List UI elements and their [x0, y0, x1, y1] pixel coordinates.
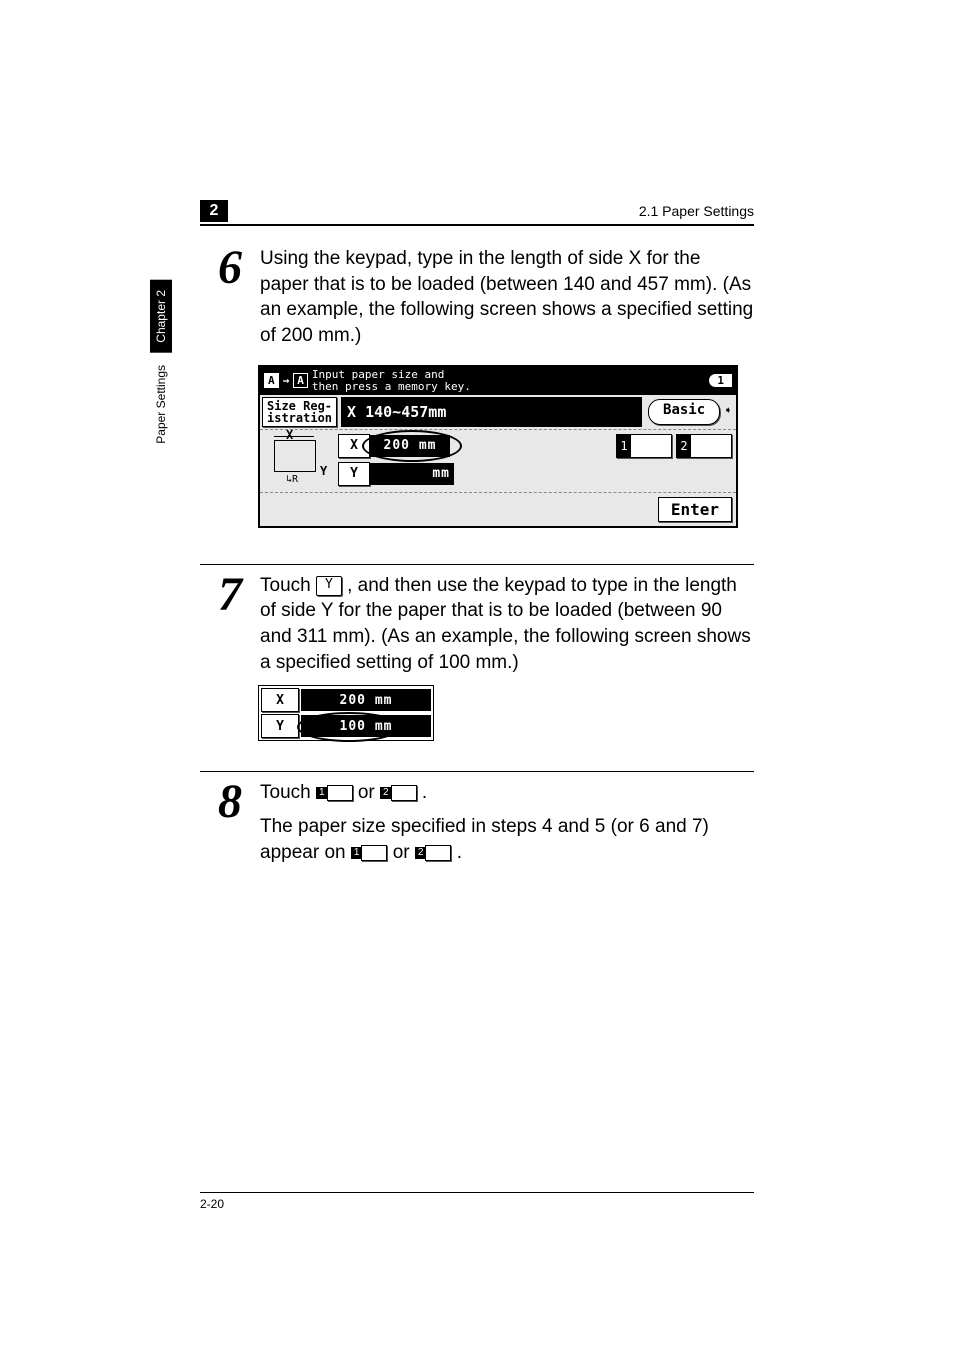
next-arrow-icon[interactable]: ➧: [724, 395, 736, 429]
lcd-bottom-row: Enter: [260, 493, 736, 526]
a-black-icon: A: [293, 373, 308, 388]
highlight-circle: [297, 712, 401, 742]
lcd-input-row: X Y ↳R X 200 mm Y mm 1: [260, 430, 736, 493]
section-tab: Paper Settings: [152, 359, 170, 450]
page-header: 2 2.1 Paper Settings: [200, 200, 754, 226]
step-number: 8: [200, 780, 260, 823]
step-number: 7: [200, 573, 260, 616]
arrow-icon: →: [283, 374, 290, 387]
memory-2-inline-button[interactable]: 2: [380, 785, 417, 801]
step-text: Touch Y , and then use the keypad to typ…: [260, 573, 754, 676]
memory-2-button[interactable]: 2: [676, 434, 732, 458]
x-range-display: X 140~457mm: [341, 397, 642, 427]
lcd-row-header: Size Reg- istration X 140~457mm Basic ➧: [260, 395, 736, 430]
step-text: Using the keypad, type in the length of …: [260, 246, 754, 349]
memory-buttons: 1 2: [616, 434, 732, 488]
chapter-number-box: 2: [200, 200, 228, 222]
y-inline-button[interactable]: Y: [316, 576, 342, 596]
xy-mini-figure: X 200 mm Y 100 mm: [258, 685, 434, 741]
memory-1-inline-button[interactable]: 1: [316, 785, 353, 801]
lcd-top-bar: A → A Input paper size and then press a …: [260, 367, 736, 395]
section-title: 2.1 Paper Settings: [238, 203, 754, 219]
lcd-screen-figure: A → A Input paper size and then press a …: [258, 365, 738, 528]
y-value-display: mm: [370, 463, 454, 485]
step-number: 6: [200, 246, 260, 289]
basic-button[interactable]: Basic: [648, 399, 720, 425]
memory-2-inline-button[interactable]: 2: [415, 845, 452, 861]
lcd-top-left: A → A Input paper size and then press a …: [264, 369, 471, 393]
lcd-page-badge: 1: [709, 374, 732, 387]
mini-y-button[interactable]: Y: [261, 714, 299, 738]
step-text: Touch 1 or 2 . The paper size specified …: [260, 780, 754, 865]
page-number: 2-20: [200, 1192, 754, 1211]
step-8: 8 Touch 1 or 2 . The paper size specifie…: [200, 771, 754, 865]
a-white-icon: A: [264, 373, 279, 388]
orientation-icon: ↳R: [286, 474, 298, 485]
paper-diagram-icon: X Y ↳R: [264, 434, 334, 488]
step-6: 6 Using the keypad, type in the length o…: [200, 246, 754, 349]
lcd-instruction: Input paper size and then press a memory…: [312, 369, 471, 393]
chapter-tab: Chapter 2: [150, 280, 172, 353]
mini-x-button[interactable]: X: [261, 688, 299, 712]
memory-1-label: 1: [617, 435, 631, 457]
size-registration-button[interactable]: Size Reg- istration: [262, 397, 337, 427]
manual-page: Chapter 2 Paper Settings 2 2.1 Paper Set…: [0, 0, 954, 1351]
y-button[interactable]: Y: [338, 462, 370, 486]
side-tabs: Chapter 2 Paper Settings: [150, 280, 172, 449]
diagram-y-label: Y: [320, 464, 327, 478]
xy-values: X 200 mm Y mm: [338, 434, 454, 488]
memory-1-inline-button[interactable]: 1: [351, 845, 388, 861]
highlight-circle: [362, 430, 462, 462]
enter-button[interactable]: Enter: [658, 497, 732, 522]
step-7: 7 Touch Y , and then use the keypad to t…: [200, 564, 754, 742]
memory-1-button[interactable]: 1: [616, 434, 672, 458]
memory-2-label: 2: [677, 435, 691, 457]
mini-x-value: 200 mm: [301, 689, 431, 711]
